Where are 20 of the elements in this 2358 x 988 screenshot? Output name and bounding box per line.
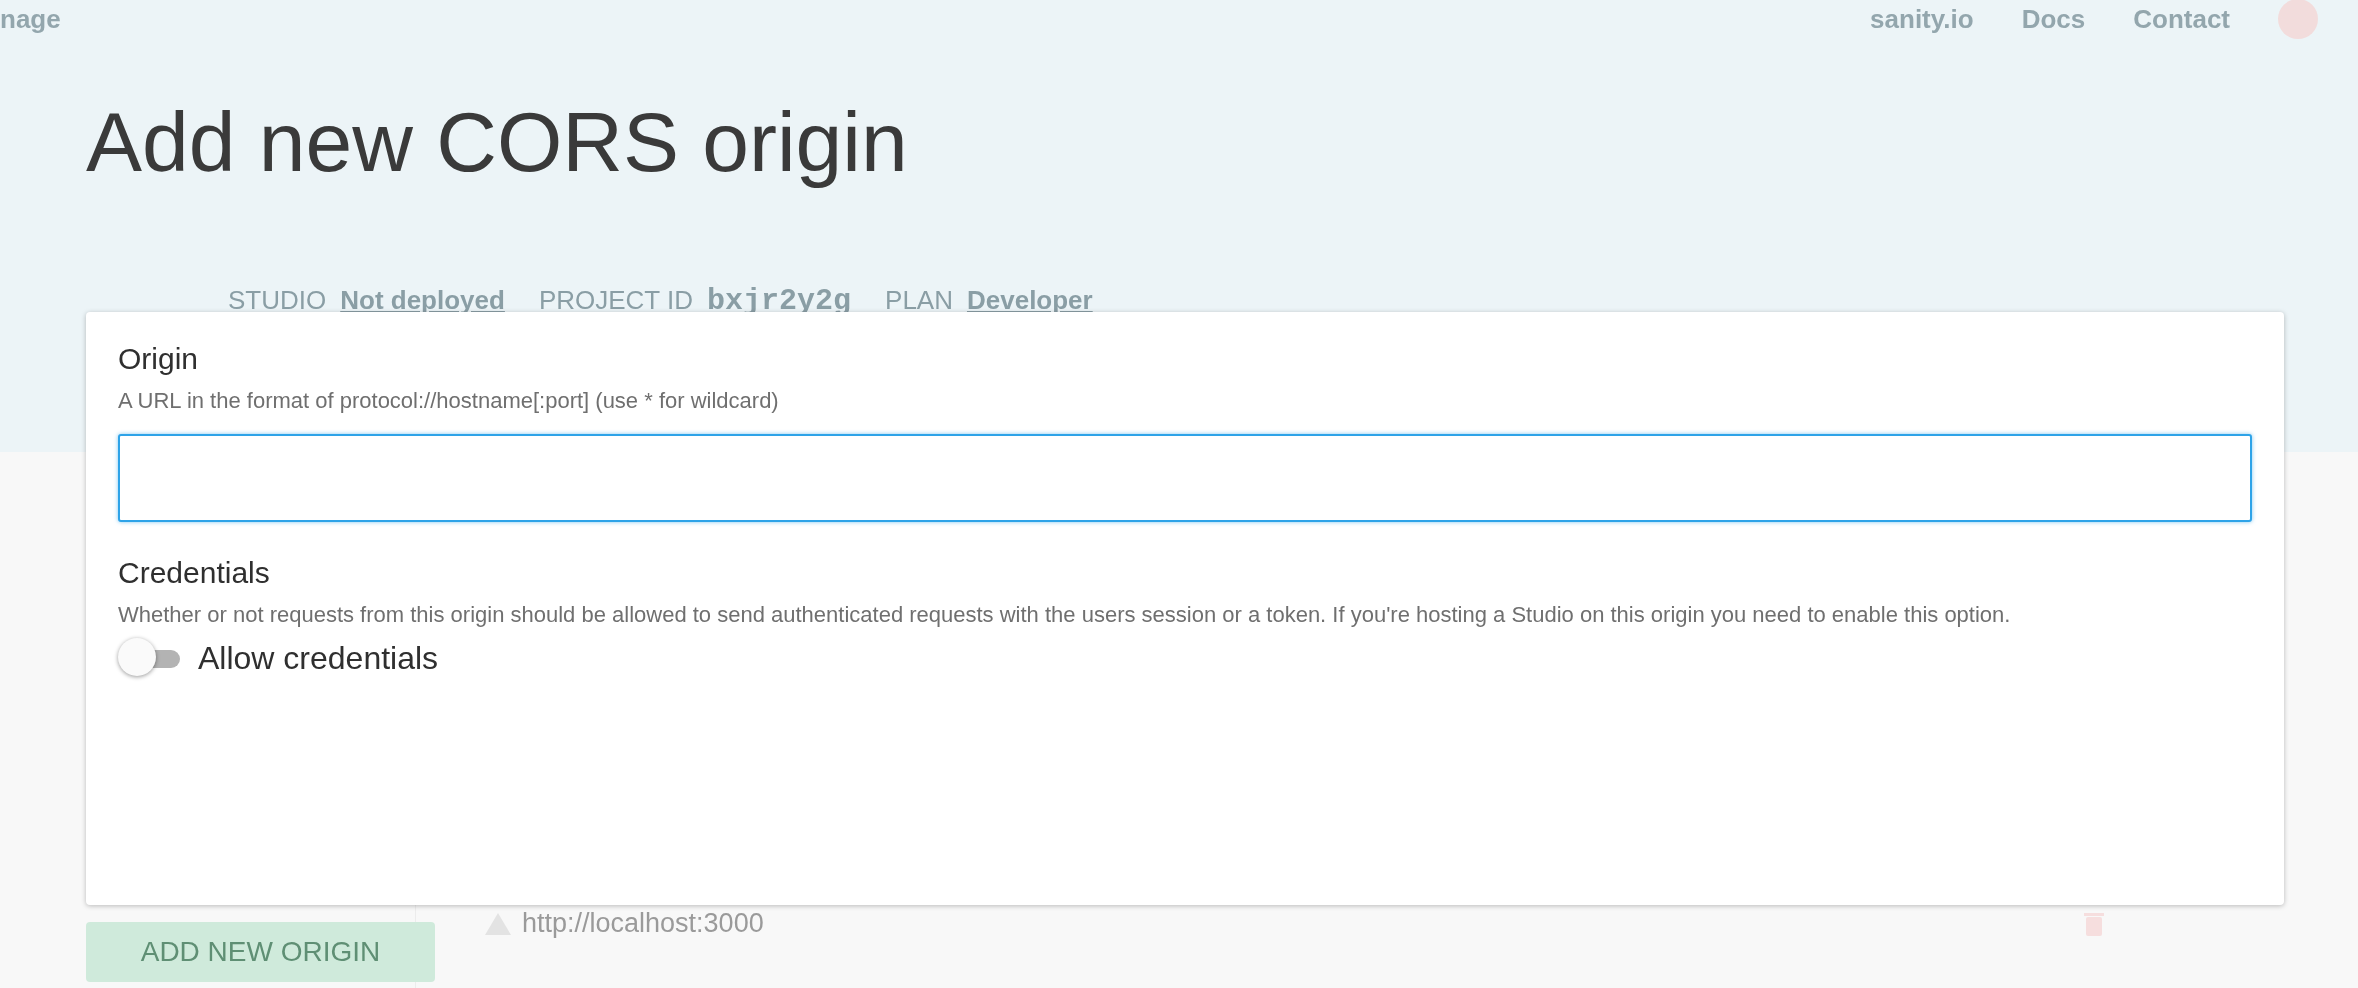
meta-label: STUDIO [228, 285, 327, 315]
field-label: Origin [118, 342, 200, 376]
toggle-label: Allow credentials [198, 639, 439, 677]
origin-input-field[interactable] [118, 434, 2252, 522]
meta-label: PROJECT ID [538, 285, 693, 315]
meta-link[interactable]: Developer [966, 285, 1093, 315]
field-hint: Whether or not requests from this origin should be allowed to send authenticated requests with the users session or a token. If you're hosting a Studio on this origin you need to enable this option. [118, 602, 2012, 628]
nav-link[interactable]: sanity.io [1870, 3, 1974, 35]
credentials-toggle[interactable] [118, 638, 180, 678]
meta-link[interactable]: Not deployed [340, 285, 505, 315]
nav-link[interactable]: Contact [2133, 3, 2230, 35]
add-origin-button[interactable]: ADD NEW ORIGIN [86, 922, 435, 982]
trash-icon[interactable] [2084, 911, 2104, 936]
meta-label: PLAN [885, 285, 953, 315]
avatar[interactable] [2278, 0, 2318, 39]
origin-url: http://localhost:3000 [522, 908, 764, 939]
nav-brand[interactable]: nage [0, 3, 61, 35]
field-hint: A URL in the format of protocol://hostname[:port] (use * for wildcard) [118, 388, 780, 414]
nav-link[interactable]: Docs [2021, 3, 2086, 35]
field-label: Credentials [118, 556, 271, 590]
